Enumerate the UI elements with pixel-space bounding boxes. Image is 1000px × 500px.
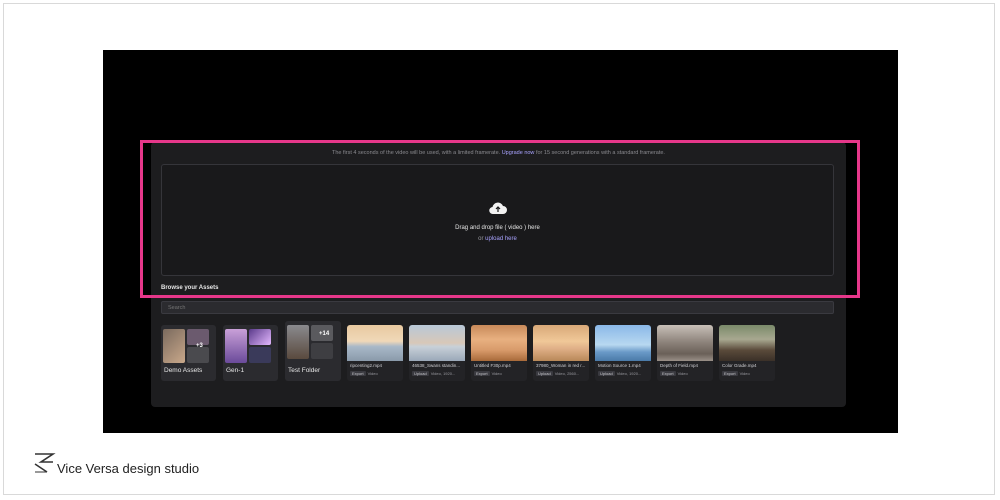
folder-thumbnail bbox=[249, 347, 271, 363]
video-type: Video bbox=[677, 371, 688, 376]
video-thumbnail bbox=[409, 325, 465, 361]
folder-thumbnail bbox=[311, 343, 333, 359]
video-meta: Export Video bbox=[660, 371, 688, 376]
video-asset[interactable]: 46538_Swans standin... Upload Video, 1920… bbox=[409, 325, 465, 381]
folder-thumbnail bbox=[163, 329, 185, 363]
video-meta: Upload Video, 1920... bbox=[598, 371, 641, 376]
source-badge: Export bbox=[350, 371, 366, 376]
folder-gen-1[interactable]: Gen-1 bbox=[223, 325, 278, 381]
source-badge: Upload bbox=[598, 371, 615, 376]
video-asset[interactable]: Depth of Field.mp4 Export Video bbox=[657, 325, 713, 381]
drop-sub-prefix: or bbox=[478, 236, 484, 242]
drop-zone[interactable]: Drag and drop file ( video ) here or upl… bbox=[161, 164, 834, 276]
source-badge: Export bbox=[722, 371, 738, 376]
video-thumbnail bbox=[719, 325, 775, 361]
folder-count: +3 bbox=[196, 343, 203, 349]
video-type: Video bbox=[367, 371, 378, 376]
video-thumbnail bbox=[471, 325, 527, 361]
folder-name: Demo Assets bbox=[164, 367, 203, 374]
video-name: Motion Source 1.mp4 bbox=[598, 363, 641, 368]
upload-panel: The first 4 seconds of the video will be… bbox=[151, 142, 846, 407]
folder-count: +14 bbox=[319, 331, 330, 337]
folder-thumbnail bbox=[187, 347, 209, 363]
video-thumbnail bbox=[347, 325, 403, 361]
video-meta: Export Video bbox=[722, 371, 750, 376]
video-thumbnail bbox=[533, 325, 589, 361]
folder-thumbnail bbox=[225, 329, 247, 363]
limit-notice: The first 4 seconds of the video will be… bbox=[151, 150, 846, 156]
drop-sub: or upload here bbox=[162, 236, 833, 242]
browse-assets-title: Browse your Assets bbox=[161, 285, 219, 291]
video-name: ripcenting2.mp4 bbox=[350, 363, 383, 368]
notice-text: The first 4 seconds of the video will be… bbox=[332, 150, 501, 156]
video-name: Depth of Field.mp4 bbox=[660, 363, 699, 368]
source-badge: Upload bbox=[412, 371, 429, 376]
notice-text-after: for 15 second generations with a standar… bbox=[535, 150, 665, 156]
video-asset[interactable]: ripcenting2.mp4 Export Video bbox=[347, 325, 403, 381]
video-type: Video bbox=[739, 371, 750, 376]
video-meta: Upload Video, 1920... bbox=[412, 371, 455, 376]
app-screenshot: The first 4 seconds of the video will be… bbox=[103, 50, 898, 433]
folder-test-folder[interactable]: +14 Test Folder bbox=[285, 321, 341, 381]
drop-title: Drag and drop file ( video ) here bbox=[455, 225, 540, 231]
video-thumbnail bbox=[657, 325, 713, 361]
video-type: Video, 1920... bbox=[430, 371, 456, 376]
video-name: Untitled F30p.mp4 bbox=[474, 363, 511, 368]
search-input[interactable] bbox=[161, 301, 834, 314]
video-thumbnail bbox=[595, 325, 651, 361]
video-asset[interactable]: Color Grade.mp4 Export Video bbox=[719, 325, 775, 381]
vice-versa-logo-icon bbox=[34, 453, 56, 473]
folder-thumbnail bbox=[249, 329, 271, 345]
video-asset[interactable]: Motion Source 1.mp4 Upload Video, 1920... bbox=[595, 325, 651, 381]
video-name: Color Grade.mp4 bbox=[722, 363, 757, 368]
video-asset[interactable]: Untitled F30p.mp4 Export Video bbox=[471, 325, 527, 381]
studio-brand: Vice Versa design studio bbox=[57, 461, 200, 476]
upgrade-link[interactable]: Upgrade now bbox=[502, 150, 535, 156]
video-meta: Export Video bbox=[350, 371, 378, 376]
video-name: 37980_Woman in red r... bbox=[536, 363, 586, 368]
video-name: 46538_Swans standin... bbox=[412, 363, 461, 368]
video-meta: Upload Video, 2560... bbox=[536, 371, 579, 376]
video-type: Video bbox=[491, 371, 502, 376]
source-badge: Export bbox=[660, 371, 676, 376]
video-type: Video, 2560... bbox=[554, 371, 580, 376]
video-meta: Export Video bbox=[474, 371, 502, 376]
cloud-upload-icon bbox=[489, 202, 507, 215]
folder-name: Gen-1 bbox=[226, 367, 245, 374]
folder-demo-assets[interactable]: +3 Demo Assets bbox=[161, 325, 216, 381]
video-asset[interactable]: 37980_Woman in red r... Upload Video, 256… bbox=[533, 325, 589, 381]
upload-here-link[interactable]: upload here bbox=[485, 236, 517, 242]
source-badge: Export bbox=[474, 371, 490, 376]
folder-thumbnail bbox=[287, 325, 309, 359]
folder-name: Test Folder bbox=[288, 367, 321, 374]
source-badge: Upload bbox=[536, 371, 553, 376]
video-type: Video, 1920... bbox=[616, 371, 642, 376]
